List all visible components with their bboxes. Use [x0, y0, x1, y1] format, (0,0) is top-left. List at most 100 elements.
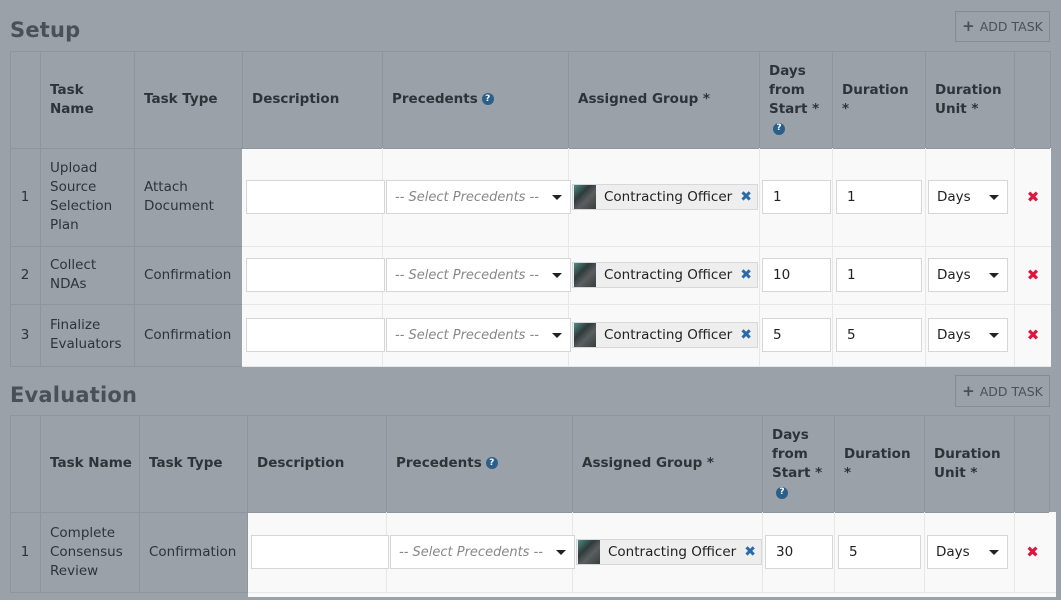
chevron-down-icon	[989, 549, 999, 555]
add-task-label: ADD TASK	[979, 383, 1043, 399]
duration-unit-select[interactable]: Days	[928, 258, 1008, 292]
header-assigned-group: Assigned Group *	[572, 415, 762, 512]
chevron-down-icon	[989, 272, 999, 278]
delete-row-icon[interactable]: ✖	[1014, 148, 1052, 246]
duration-input[interactable]: 5	[838, 535, 921, 569]
column-divider	[1014, 51, 1015, 148]
header-label-wrap: Duration Unit *	[935, 81, 1005, 119]
section-title: Evaluation	[10, 383, 138, 407]
precedents-select[interactable]: -- Select Precedents --	[386, 258, 571, 292]
column-divider	[925, 148, 926, 366]
header-days-from-start: Days from Start *?	[759, 51, 832, 148]
days-from-start-input[interactable]: 5	[762, 318, 831, 352]
row-divider	[242, 366, 1051, 367]
group-avatar	[574, 263, 596, 287]
description-input[interactable]	[251, 535, 389, 569]
group-avatar	[574, 323, 596, 347]
duration-unit-select[interactable]: Days	[927, 535, 1008, 569]
assigned-group-tag[interactable]: Contracting Officer ✖	[572, 262, 758, 288]
header-duration: Duration *	[832, 51, 925, 148]
column-divider	[762, 512, 763, 592]
days-from-start-input[interactable]: 30	[765, 535, 833, 569]
delete-row-icon[interactable]: ✖	[1014, 304, 1052, 366]
remove-tag-icon[interactable]: ✖	[740, 327, 752, 343]
duration-unit-select[interactable]: Days	[928, 318, 1008, 352]
assigned-group-label: Contracting Officer	[604, 267, 733, 283]
header-label-wrap: Days from Start *?	[769, 62, 824, 138]
duration-input[interactable]: 1	[836, 180, 922, 214]
help-icon[interactable]: ?	[485, 457, 498, 469]
precedents-placeholder: -- Select Precedents --	[395, 327, 539, 343]
header-label: Precedents	[392, 91, 478, 107]
days-from-start-input[interactable]: 1	[762, 180, 831, 214]
header-label-wrap: Assigned Group *	[582, 454, 714, 473]
header-label: Task Type	[144, 91, 218, 107]
task-type-cell: Confirmation	[134, 304, 242, 366]
header-label-wrap: Task Name	[50, 81, 95, 119]
header-label-wrap: Task Name	[50, 454, 132, 473]
header-label: Task Name	[50, 81, 94, 117]
plus-icon: +	[962, 17, 975, 35]
header-label: Precedents	[396, 455, 482, 471]
header-label: Task Name	[50, 455, 132, 471]
precedents-select[interactable]: -- Select Precedents --	[386, 180, 571, 214]
column-divider	[1014, 415, 1015, 512]
description-input[interactable]	[246, 318, 385, 352]
add-task-button[interactable]: + ADD TASK	[955, 11, 1050, 42]
column-divider	[759, 148, 760, 366]
header-label: Assigned Group *	[578, 91, 710, 107]
duration-input[interactable]: 1	[836, 258, 922, 292]
header-label: Days from Start *	[769, 62, 820, 117]
remove-tag-icon[interactable]: ✖	[740, 189, 752, 205]
chevron-down-icon	[989, 332, 999, 338]
help-icon[interactable]: ?	[773, 122, 785, 135]
days-from-start-input[interactable]: 10	[762, 258, 831, 292]
header-label-wrap: Duration Unit *	[934, 445, 1004, 483]
task-type-cell: Attach Document	[134, 148, 242, 246]
header-task-type: Task Type	[134, 51, 242, 148]
help-icon[interactable]: ?	[776, 486, 788, 499]
chevron-down-icon	[989, 194, 999, 200]
remove-tag-icon[interactable]: ✖	[740, 267, 752, 283]
row-divider	[242, 304, 1051, 305]
delete-row-icon[interactable]: ✖	[1014, 512, 1051, 592]
header-precedents: Precedents?	[382, 51, 568, 148]
description-input[interactable]	[246, 258, 385, 292]
chevron-down-icon	[552, 332, 562, 338]
row-number: 2	[20, 266, 30, 283]
duration-unit-value: Days	[937, 267, 971, 283]
header-label-wrap: Description	[257, 454, 344, 473]
duration-unit-select[interactable]: Days	[928, 180, 1008, 214]
assigned-group-tag[interactable]: Contracting Officer ✖	[572, 184, 758, 210]
precedents-select[interactable]: -- Select Precedents --	[390, 535, 575, 569]
description-input[interactable]	[246, 180, 385, 214]
task-name-cell: Collect NDAs	[40, 246, 134, 304]
task-name: Finalize Evaluators	[50, 317, 122, 352]
duration-input[interactable]: 5	[836, 318, 922, 352]
task-type-cell: Confirmation	[134, 246, 242, 304]
help-icon[interactable]: ?	[481, 93, 494, 105]
header-label-wrap: Duration *	[844, 445, 914, 483]
group-avatar	[578, 540, 600, 564]
header-label: Description	[252, 91, 340, 107]
assigned-group-tag[interactable]: Contracting Officer ✖	[572, 322, 758, 348]
chevron-down-icon	[552, 194, 562, 200]
header-label-wrap: Precedents?	[396, 454, 498, 473]
header-label: Duration *	[842, 81, 909, 117]
assigned-group-tag[interactable]: Contracting Officer ✖	[576, 539, 762, 565]
add-task-button[interactable]: + ADD TASK	[955, 375, 1050, 407]
precedents-placeholder: -- Select Precedents --	[395, 189, 539, 205]
header-task-name: Task Name	[40, 415, 139, 512]
header-duration-unit: Duration Unit *	[924, 415, 1014, 512]
header-label-wrap: Task Type	[144, 90, 218, 109]
header-label: Duration Unit *	[935, 81, 1002, 117]
task-name: Complete Consensus Review	[50, 524, 123, 579]
delete-row-icon[interactable]: ✖	[1014, 246, 1052, 304]
task-name-cell: Complete Consensus Review	[40, 512, 139, 592]
column-divider	[1049, 415, 1050, 512]
precedents-select[interactable]: -- Select Precedents --	[386, 318, 571, 352]
remove-tag-icon[interactable]: ✖	[744, 544, 756, 560]
task-type: Confirmation	[144, 326, 232, 343]
duration-unit-value: Days	[936, 544, 970, 560]
header-description: Description	[242, 51, 382, 148]
